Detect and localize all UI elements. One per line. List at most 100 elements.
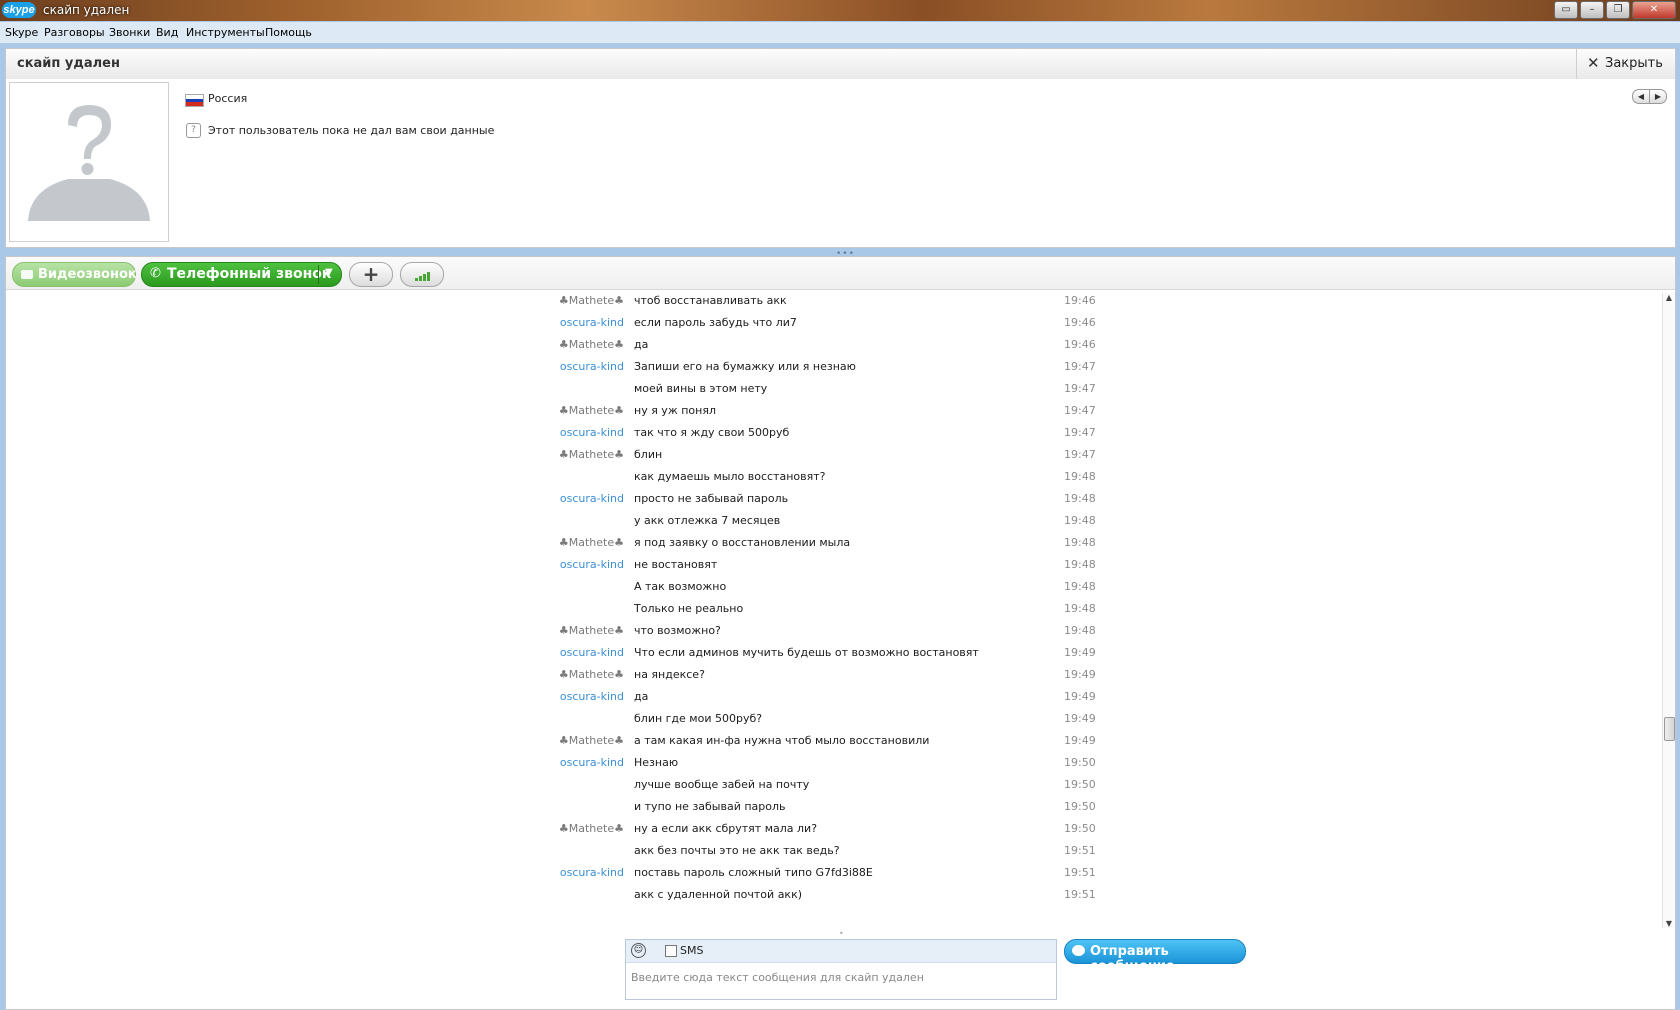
- message-text: просто не забывай пароль: [634, 492, 789, 505]
- menu-help[interactable]: Помощь: [265, 26, 312, 39]
- message-time: 19:49: [1064, 646, 1096, 659]
- message-text: да: [634, 338, 649, 351]
- phone-call-button[interactable]: ✆ Телефонный звонок ▼: [141, 262, 342, 287]
- message-row: ♣Mathete♣ на яндексе? 19:49: [6, 664, 1651, 686]
- video-call-button[interactable]: Видеозвонок: [12, 262, 137, 287]
- message-list[interactable]: ♣Mathete♣ чтоб восстанавливать акк 19:46 os…: [6, 290, 1651, 910]
- message-time: 19:48: [1064, 492, 1096, 505]
- message-author[interactable]: oscura-kind: [560, 756, 624, 769]
- video-call-label: Видеозвонок: [38, 267, 137, 282]
- close-conversation-button[interactable]: ✕ Закрыть: [1576, 49, 1675, 79]
- message-author[interactable]: oscura-kind: [560, 646, 624, 659]
- message-row: и тупо не забывай пароль 19:50: [6, 796, 1651, 818]
- close-window-button[interactable]: ✕: [1632, 1, 1676, 19]
- message-author[interactable]: ♣Mathete♣: [559, 448, 624, 461]
- send-label: Отправить сообщение: [1090, 944, 1175, 974]
- contact-info-text: Этот пользователь пока не дал вам свои д…: [208, 124, 495, 137]
- menu-bar: Skype Разговоры Звонки Вид Инструменты П…: [0, 22, 1680, 44]
- profile-panel: Россия ? Этот пользователь пока не дал в…: [5, 79, 1676, 248]
- scroll-down-icon[interactable]: ▼: [1663, 919, 1675, 928]
- avatar: [9, 82, 169, 242]
- message-time: 19:47: [1064, 360, 1096, 373]
- scroll-up-icon[interactable]: ▲: [1663, 293, 1675, 302]
- chat-bubble-icon: [1072, 945, 1085, 956]
- composer-toolbar: ☺ SMS: [626, 940, 1056, 963]
- message-text: у акк отлежка 7 месяцев: [634, 514, 781, 527]
- sms-checkbox[interactable]: [665, 945, 677, 957]
- message-author[interactable]: ♣Mathete♣: [559, 822, 624, 835]
- menu-skype[interactable]: Skype: [5, 26, 38, 39]
- compact-view-button[interactable]: ▭: [1554, 1, 1578, 19]
- message-time: 19:46: [1064, 316, 1096, 329]
- message-time: 19:50: [1064, 778, 1096, 791]
- smiley-icon[interactable]: ☺: [631, 943, 646, 958]
- message-row: ♣Mathete♣ да 19:46: [6, 334, 1651, 356]
- message-author[interactable]: ♣Mathete♣: [559, 536, 624, 549]
- message-time: 19:48: [1064, 558, 1096, 571]
- arrow-left-icon[interactable]: ◀: [1632, 89, 1650, 104]
- message-text: лучше вообще забей на почту: [634, 778, 810, 791]
- message-time: 19:51: [1064, 844, 1096, 857]
- message-time: 19:50: [1064, 800, 1096, 813]
- message-author[interactable]: ♣Mathete♣: [559, 734, 624, 747]
- message-text: блин где мои 500руб?: [634, 712, 763, 725]
- message-text: и тупо не забывай пароль: [634, 800, 786, 813]
- send-message-button[interactable]: Отправить сообщение: [1064, 939, 1246, 974]
- chevron-down-icon[interactable]: ▼: [325, 267, 333, 278]
- message-author[interactable]: ♣Mathete♣: [559, 624, 624, 637]
- message-author[interactable]: oscura-kind: [560, 492, 624, 505]
- message-text: поставь пароль сложный типо G7fd3i88E: [634, 866, 873, 879]
- message-time: 19:50: [1064, 822, 1096, 835]
- composer-resize-handle[interactable]: •: [839, 929, 844, 938]
- call-quality-button[interactable]: [400, 262, 444, 287]
- message-row: oscura-kind просто не забывай пароль 19:48: [6, 488, 1651, 510]
- message-time: 19:48: [1064, 602, 1096, 615]
- message-row: Только не реально 19:48: [6, 598, 1651, 620]
- message-text: а там какая ин-фа нужна чтоб мыло восста…: [634, 734, 930, 747]
- skype-logo-icon: skype: [2, 2, 36, 18]
- message-text: Только не реально: [634, 602, 744, 615]
- message-time: 19:49: [1064, 712, 1096, 725]
- message-author[interactable]: oscura-kind: [560, 558, 624, 571]
- chat-scrollbar[interactable]: ▲ ▼: [1662, 293, 1675, 928]
- message-time: 19:47: [1064, 404, 1096, 417]
- message-time: 19:46: [1064, 338, 1096, 351]
- message-author[interactable]: oscura-kind: [560, 866, 624, 879]
- menu-calls[interactable]: Звонки: [109, 26, 150, 39]
- message-author[interactable]: ♣Mathete♣: [559, 668, 624, 681]
- message-input[interactable]: [631, 967, 1046, 987]
- divider: [318, 265, 319, 284]
- message-author[interactable]: oscura-kind: [560, 360, 624, 373]
- window-controls: ▭ – ❐ ✕: [1554, 1, 1676, 19]
- add-button[interactable]: +: [349, 262, 393, 287]
- message-text: чтоб восстанавливать акк: [634, 294, 787, 307]
- title-bar: skype скайп удален ▭ – ❐ ✕: [0, 0, 1680, 21]
- plus-icon: +: [362, 262, 380, 286]
- message-author[interactable]: oscura-kind: [560, 690, 624, 703]
- scrollbar-thumb[interactable]: [1664, 717, 1675, 741]
- menu-view[interactable]: Вид: [156, 26, 178, 39]
- message-row: oscura-kind так что я жду свои 500руб 19:4…: [6, 422, 1651, 444]
- close-label: Закрыть: [1605, 56, 1663, 71]
- message-time: 19:46: [1064, 294, 1096, 307]
- menu-conversations[interactable]: Разговоры: [44, 26, 105, 39]
- arrow-right-icon[interactable]: ▶: [1650, 89, 1667, 104]
- message-time: 19:47: [1064, 382, 1096, 395]
- message-text: если пароль забудь что ли7: [634, 316, 797, 329]
- minimize-button[interactable]: –: [1580, 1, 1604, 19]
- call-toolbar: Видеозвонок ✆ Телефонный звонок ▼ +: [6, 257, 1675, 290]
- window-title: скайп удален: [43, 3, 130, 17]
- message-author[interactable]: ♣Mathete♣: [559, 338, 624, 351]
- menu-tools[interactable]: Инструменты: [186, 26, 265, 39]
- message-time: 19:48: [1064, 514, 1096, 527]
- message-row: oscura-kind если пароль забудь что ли7 19:…: [6, 312, 1651, 334]
- message-time: 19:48: [1064, 470, 1096, 483]
- profile-nav: ◀ ▶: [1632, 89, 1667, 104]
- message-author[interactable]: ♣Mathete♣: [559, 404, 624, 417]
- message-author[interactable]: oscura-kind: [560, 426, 624, 439]
- maximize-button[interactable]: ❐: [1606, 1, 1630, 19]
- message-author[interactable]: oscura-kind: [560, 316, 624, 329]
- message-text: блин: [634, 448, 663, 461]
- message-author[interactable]: ♣Mathete♣: [559, 294, 624, 307]
- close-icon: ✕: [1587, 54, 1600, 72]
